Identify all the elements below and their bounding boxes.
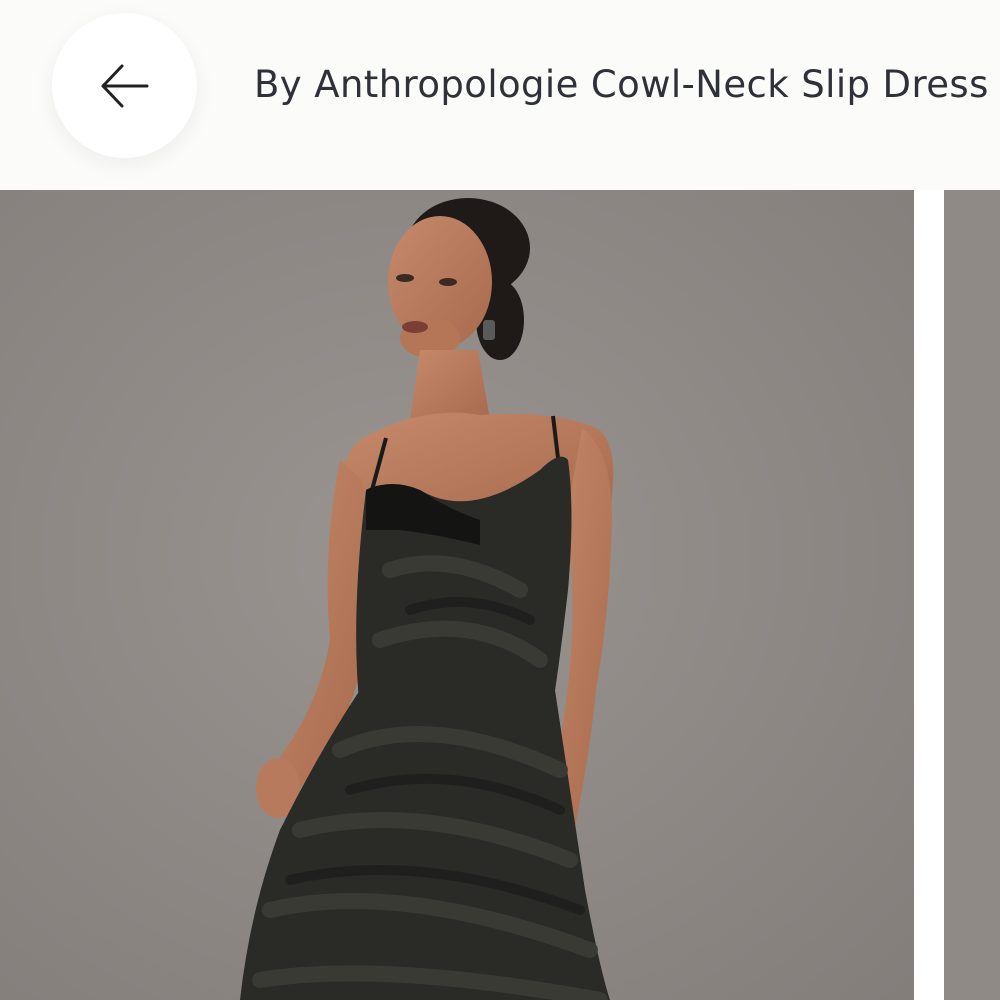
next-photo (944, 190, 1000, 1000)
top-bar: By Anthropologie Cowl-Neck Slip Dress (0, 0, 1000, 190)
product-image-main[interactable] (0, 190, 914, 1000)
product-image-carousel[interactable] (0, 190, 1000, 1000)
model-photo (0, 190, 914, 1000)
product-image-next[interactable] (944, 190, 1000, 1000)
product-title: By Anthropologie Cowl-Neck Slip Dress (254, 63, 989, 106)
arrow-left-icon (101, 64, 148, 107)
back-button[interactable] (52, 13, 197, 158)
